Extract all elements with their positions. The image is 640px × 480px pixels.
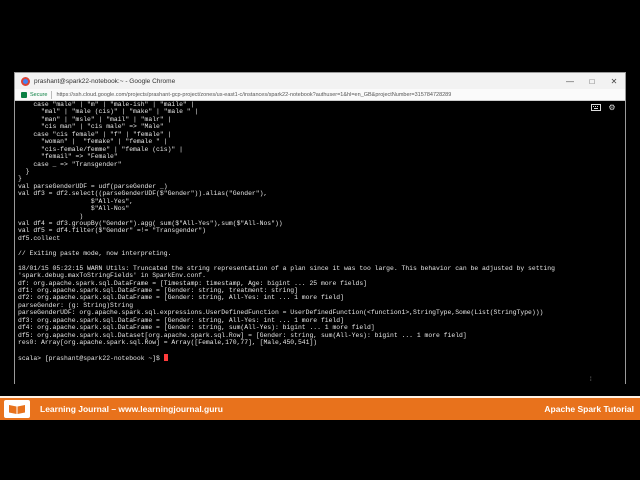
terminal-line: parseGender: (g: String)String <box>18 302 618 309</box>
terminal-line-text: "man" | "msle" | "mail" | "malr" | <box>18 115 172 123</box>
address-bar[interactable]: Secure https://ssh.cloud.google.com/proj… <box>15 89 625 101</box>
terminal-line: df3: org.apache.spark.sql.DataFrame = [G… <box>18 317 618 324</box>
gear-icon[interactable]: ⚙ <box>607 103 617 112</box>
chrome-icon <box>21 76 30 86</box>
terminal-line: "mal" | "male (cis)" | "make" | "male " … <box>18 108 618 115</box>
footer-banner: Learning Journal – www.learningjournal.g… <box>0 396 640 420</box>
terminal-line: ) <box>18 213 618 220</box>
terminal-line-text: ) <box>18 212 84 220</box>
terminal-output: case "male" | "m" | "male-ish" | "maile"… <box>18 101 618 362</box>
terminal-line: "femail" => "Female" <box>18 153 618 160</box>
terminal-line: } <box>18 168 618 175</box>
terminal-line-text: df4: org.apache.spark.sql.DataFrame = [G… <box>18 324 375 332</box>
terminal-line: df5.collect <box>18 235 618 242</box>
terminal-line-text: df2: org.apache.spark.sql.DataFrame = [G… <box>18 294 344 302</box>
secure-label: Secure <box>30 91 48 98</box>
terminal-cursor <box>163 353 168 361</box>
terminal-line-text: parseGenderUDF: org.apache.spark.sql.exp… <box>18 309 544 317</box>
terminal-line-text: case _ => "Transgender" <box>18 160 122 168</box>
mouse-cursor-icon: ⁞ <box>590 377 592 383</box>
terminal-line-text: } <box>18 167 30 175</box>
terminal-line: // Exiting paste mode, now interpreting. <box>18 250 618 257</box>
terminal-line: val parseGenderUDF = udf(parseGender _) <box>18 183 618 190</box>
terminal-line: df: org.apache.spark.sql.DataFrame = [Ti… <box>18 280 618 287</box>
address-divider <box>51 90 53 99</box>
terminal-line: case "male" | "m" | "male-ish" | "maile"… <box>18 101 618 108</box>
terminal-line-text: $"All-Yes", <box>18 197 134 205</box>
footer-course-title: Apache Spark Tutorial <box>544 404 634 414</box>
terminal-line-text: "femail" => "Female" <box>18 153 118 161</box>
terminal-line: "cis man" | "cis male" => "Male" <box>18 123 618 130</box>
terminal-line-text: df: org.apache.spark.sql.DataFrame = [Ti… <box>18 279 367 287</box>
terminal-line: df5: org.apache.spark.sql.Dataset[org.ap… <box>18 332 618 339</box>
terminal-line: "man" | "msle" | "mail" | "malr" | <box>18 116 618 123</box>
close-button[interactable]: ✕ <box>603 73 625 89</box>
url-text[interactable]: https://ssh.cloud.google.com/projects/pr… <box>56 92 451 98</box>
footer-site-text: Learning Journal – www.learningjournal.g… <box>40 404 223 414</box>
terminal-line-text: df1: org.apache.spark.sql.DataFrame = [G… <box>18 286 298 294</box>
terminal-line: df4: org.apache.spark.sql.DataFrame = [G… <box>18 324 618 331</box>
ssh-terminal[interactable]: case "male" | "m" | "male-ish" | "maile"… <box>15 101 625 384</box>
terminal-line: "cis-female/femme" | "female (cis)" | <box>18 146 618 153</box>
keyboard-icon[interactable] <box>591 103 601 111</box>
terminal-line: case "cis female" | "f" | "female" | <box>18 131 618 138</box>
terminal-line: $"All-Yes", <box>18 198 618 205</box>
terminal-line-text: "cis man" | "cis male" => "Male" <box>18 123 164 131</box>
terminal-line-text: val parseGenderUDF = udf(parseGender _) <box>18 182 168 190</box>
terminal-line: } <box>18 175 618 182</box>
terminal-line: df1: org.apache.spark.sql.DataFrame = [G… <box>18 287 618 294</box>
terminal-line: scala> [prashant@spark22-notebook ~]$ <box>18 353 618 362</box>
terminal-line-text: df5.collect <box>18 234 61 242</box>
terminal-line-text: df3: org.apache.spark.sql.DataFrame = [G… <box>18 316 344 324</box>
chrome-window: prashant@spark22-notebook:~ - Google Chr… <box>14 72 626 384</box>
terminal-line-text: val df4 = df3.groupBy("Gender").agg( sum… <box>18 220 283 227</box>
terminal-line-text: parseGender: (g: String)String <box>18 301 134 309</box>
terminal-line-text: $"All-Nos" <box>18 205 130 213</box>
terminal-line-text: val df5 = df4.filter($"Gender" =!= "Tran… <box>18 227 206 235</box>
terminal-line: parseGenderUDF: org.apache.spark.sql.exp… <box>18 309 618 316</box>
video-frame: prashant@spark22-notebook:~ - Google Chr… <box>0 0 640 480</box>
terminal-line-text: val df3 = df2.select((parseGenderUDF($"G… <box>18 190 268 198</box>
terminal-line: val df4 = df3.groupBy("Gender").agg( sum… <box>18 220 618 227</box>
minimize-button[interactable]: — <box>559 73 581 89</box>
terminal-line-text: df5: org.apache.spark.sql.Dataset[org.ap… <box>18 331 467 339</box>
terminal-line-text: case "male" | "m" | "male-ish" | "maile"… <box>18 101 195 108</box>
terminal-toolbar: ⚙ <box>591 103 617 112</box>
terminal-line: $"All-Nos" <box>18 205 618 212</box>
terminal-line-text: "mal" | "male (cis)" | "make" | "male " … <box>18 108 199 116</box>
terminal-line-text: 18/01/15 05:22:15 WARN Utils: Truncated … <box>18 264 555 272</box>
terminal-line-text: case "cis female" | "f" | "female" | <box>18 130 172 138</box>
terminal-line-text: // Exiting paste mode, now interpreting. <box>18 249 172 257</box>
terminal-line: 'spark.debug.maxToStringFields' in Spark… <box>18 272 618 279</box>
lock-icon <box>21 91 27 98</box>
terminal-line: val df5 = df4.filter($"Gender" =!= "Tran… <box>18 227 618 234</box>
terminal-line-text: } <box>18 175 22 183</box>
terminal-line: "woman" | "femake" | "female " | <box>18 138 618 145</box>
terminal-line-text: "woman" | "femake" | "female " | <box>18 138 168 146</box>
window-controls: — □ ✕ <box>559 73 625 89</box>
maximize-button[interactable]: □ <box>581 73 603 89</box>
terminal-line-text: 'spark.debug.maxToStringFields' in Spark… <box>18 272 206 280</box>
window-title: prashant@spark22-notebook:~ - Google Chr… <box>34 77 176 85</box>
terminal-line-text: res0: Array[org.apache.spark.sql.Row] = … <box>18 339 318 346</box>
terminal-line: 18/01/15 05:22:15 WARN Utils: Truncated … <box>18 265 618 272</box>
terminal-line: val df3 = df2.select((parseGenderUDF($"G… <box>18 190 618 197</box>
window-titlebar: prashant@spark22-notebook:~ - Google Chr… <box>15 73 625 89</box>
terminal-line-text: "cis-female/femme" | "female (cis)" | <box>18 145 183 153</box>
terminal-line-text: scala> [prashant@spark22-notebook ~]$ <box>18 354 164 362</box>
terminal-line: df2: org.apache.spark.sql.DataFrame = [G… <box>18 294 618 301</box>
terminal-line: res0: Array[org.apache.spark.sql.Row] = … <box>18 339 618 346</box>
book-logo-icon <box>4 400 30 418</box>
terminal-line: case _ => "Transgender" <box>18 161 618 168</box>
